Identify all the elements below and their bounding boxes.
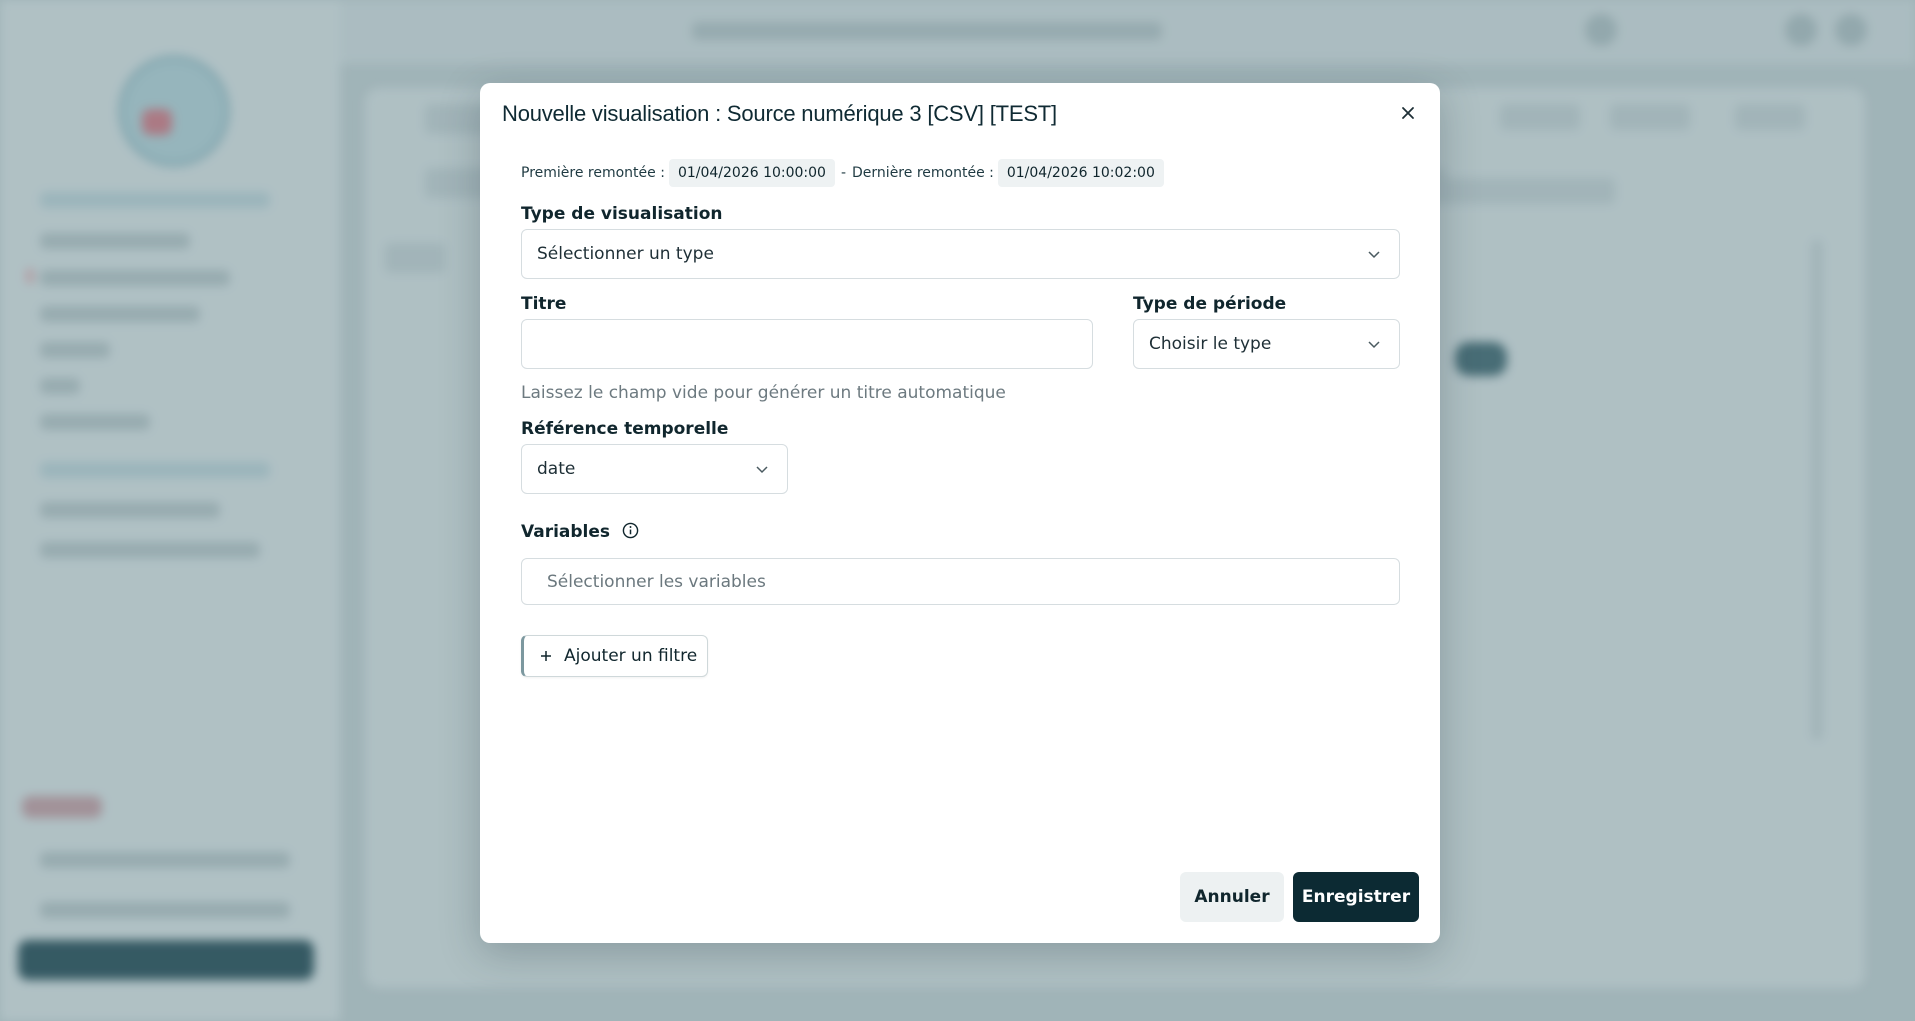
chevron-down-icon xyxy=(756,466,768,474)
variables-multiselect[interactable]: Sélectionner les variables xyxy=(521,558,1400,605)
chevron-down-icon xyxy=(1368,251,1380,259)
info-icon[interactable] xyxy=(622,522,639,539)
add-filter-label: Ajouter un filtre xyxy=(564,646,698,666)
modal-title: Nouvelle visualisation : Source numériqu… xyxy=(502,101,1057,126)
close-icon xyxy=(1402,107,1414,119)
variables-label: Variables xyxy=(521,522,611,542)
variables-label-row: Variables xyxy=(521,522,639,542)
first-upload-label: Première remontée : xyxy=(521,165,665,181)
time-reference-value: date xyxy=(537,459,576,479)
period-type-value: Choisir le type xyxy=(1149,334,1272,354)
visualisation-type-value: Sélectionner un type xyxy=(537,244,714,264)
first-upload-date: 01/04/2026 10:00:00 xyxy=(668,159,835,187)
dates-separator: - xyxy=(840,165,847,181)
time-reference-select[interactable]: date xyxy=(521,444,788,494)
close-button[interactable] xyxy=(1394,99,1422,127)
save-button[interactable]: Enregistrer xyxy=(1293,872,1419,922)
cancel-button[interactable]: Annuler xyxy=(1180,872,1284,922)
title-input[interactable] xyxy=(521,319,1093,369)
upload-dates-row: Première remontée : 01/04/2026 10:00:00 … xyxy=(521,159,1164,187)
plus-icon xyxy=(541,651,551,661)
period-type-select[interactable]: Choisir le type xyxy=(1133,319,1400,369)
last-upload-date: 01/04/2026 10:02:00 xyxy=(997,159,1164,187)
chevron-down-icon xyxy=(1368,341,1380,349)
visualisation-type-select[interactable]: Sélectionner un type xyxy=(521,229,1400,279)
time-reference-label: Référence temporelle xyxy=(521,419,729,439)
variables-placeholder: Sélectionner les variables xyxy=(547,572,766,592)
add-filter-button[interactable]: Ajouter un filtre xyxy=(521,635,709,677)
title-label: Titre xyxy=(521,294,567,314)
title-hint: Laissez le champ vide pour générer un ti… xyxy=(521,383,1006,403)
period-type-label: Type de période xyxy=(1133,294,1287,314)
new-visualisation-modal: Nouvelle visualisation : Source numériqu… xyxy=(480,83,1440,943)
last-upload-label: Dernière remontée : xyxy=(852,165,994,181)
visualisation-type-label: Type de visualisation xyxy=(521,204,723,224)
